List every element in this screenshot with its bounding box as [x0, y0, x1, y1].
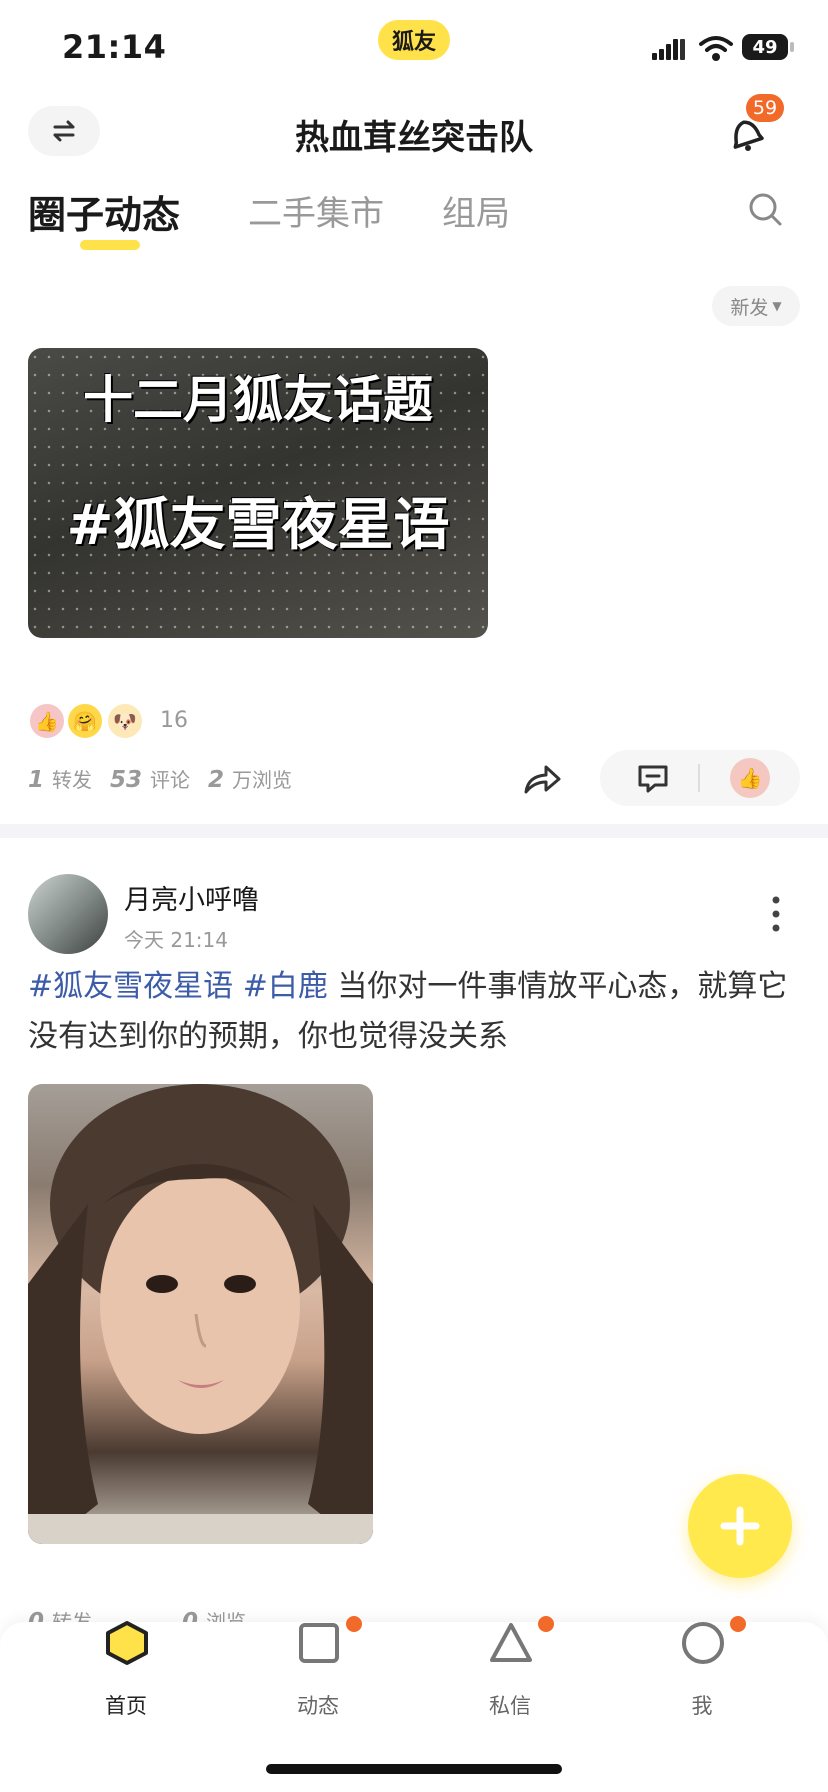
- tabbar-item-home[interactable]: 首页: [66, 1620, 186, 1720]
- banner-heading: 十二月狐友话题: [83, 371, 433, 429]
- repost-label: 转发: [52, 768, 93, 792]
- triangle-message-icon: [490, 1623, 532, 1662]
- battery-indicator: 49: [742, 34, 788, 60]
- search-icon[interactable]: [746, 190, 786, 230]
- tabbar-label: 动态: [297, 1694, 339, 1718]
- app-indicator-pill: 狐友: [378, 20, 450, 60]
- unread-dot: [538, 1616, 554, 1632]
- post-photo[interactable]: [28, 1084, 373, 1544]
- tabbar-label: 首页: [105, 1694, 147, 1718]
- comment-count: 53: [110, 767, 143, 793]
- wifi-icon: [699, 36, 733, 61]
- unread-dot: [730, 1616, 746, 1632]
- repost-count: 1: [28, 767, 45, 793]
- hashtag-link[interactable]: #白鹿: [243, 969, 328, 1004]
- unread-dot: [346, 1616, 362, 1632]
- tabbar-label: 私信: [489, 1694, 531, 1718]
- post-stats: 1 转发 53 评论 2 万浏览: [28, 764, 292, 793]
- battery-cap: [790, 42, 794, 52]
- thumbs-up-reaction-icon: 👍: [28, 702, 66, 740]
- swap-arrows-icon: [53, 120, 75, 142]
- create-post-button[interactable]: [688, 1474, 792, 1578]
- hexagon-home-icon: [106, 1621, 148, 1665]
- hashtag-link[interactable]: #狐友雪夜星语: [28, 969, 233, 1004]
- post-timestamp: 今天 21:14: [124, 928, 228, 952]
- comment-like-pill: [600, 750, 800, 806]
- view-count: 2: [208, 767, 225, 793]
- switch-circle-button[interactable]: [28, 106, 100, 156]
- notification-count-badge: 59: [746, 94, 784, 122]
- topic-banner-image[interactable]: 十二月狐友话题 #狐友雪夜星语: [28, 348, 488, 638]
- tabbar-label: 我: [691, 1694, 713, 1718]
- more-options-icon[interactable]: [768, 894, 784, 934]
- post-body: #狐友雪夜星语 #白鹿 当你对一件事情放平心态，就算它没有达到你的预期，你也觉得…: [28, 962, 788, 1062]
- banner-hashtag: #狐友雪夜星语: [66, 493, 450, 558]
- square-feed-icon: [299, 1623, 339, 1663]
- reaction-count: 16: [160, 708, 188, 733]
- share-icon[interactable]: [522, 760, 562, 796]
- portrait-illustration: [28, 1084, 373, 1544]
- pill-divider: [698, 764, 700, 792]
- tab-meetup[interactable]: 组局: [442, 186, 510, 235]
- sort-dropdown[interactable]: 新发 ▼: [712, 286, 800, 326]
- dog-reaction-icon: 🐶: [106, 702, 144, 740]
- caret-down-icon: ▼: [772, 299, 782, 313]
- hug-reaction-icon: 🤗: [66, 702, 104, 740]
- tabbar-item-feed[interactable]: 动态: [258, 1616, 378, 1720]
- tabbar-item-profile[interactable]: 我: [642, 1616, 762, 1720]
- page-title: 热血茸丝突击队: [295, 118, 533, 158]
- like-reaction-button[interactable]: 👍: [730, 758, 770, 798]
- comment-label: 评论: [150, 768, 191, 792]
- tab-circle-feed[interactable]: 圈子动态: [28, 184, 180, 239]
- plus-icon: [720, 1506, 760, 1546]
- tab-secondhand-market[interactable]: 二手集市: [248, 186, 384, 235]
- comment-icon[interactable]: [636, 762, 670, 794]
- cellular-signal-icon: [652, 39, 685, 60]
- home-indicator: [266, 1764, 562, 1774]
- tabbar-item-messages[interactable]: 私信: [450, 1616, 570, 1720]
- section-divider: [0, 824, 828, 838]
- active-tab-indicator: [80, 240, 140, 250]
- view-label: 万浏览: [232, 768, 293, 792]
- post-author-name[interactable]: 月亮小呼噜: [124, 878, 259, 917]
- status-time: 21:14: [62, 28, 167, 66]
- sort-label: 新发: [730, 296, 769, 319]
- circle-profile-icon: [682, 1622, 724, 1664]
- avatar[interactable]: [28, 874, 108, 954]
